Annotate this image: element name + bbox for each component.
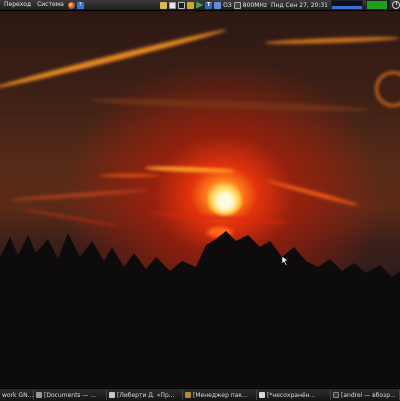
- system-monitor-graph[interactable]: [331, 0, 363, 10]
- cpu-frequency[interactable]: 800MHz: [243, 2, 267, 9]
- taskbar-item[interactable]: work GN...: [0, 390, 34, 400]
- desktop-wallpaper: [0, 11, 400, 387]
- help-icon[interactable]: ?: [76, 1, 84, 9]
- network-monitor-graph[interactable]: [366, 0, 390, 10]
- cloud-streak: [144, 165, 236, 174]
- box-icon[interactable]: [214, 1, 222, 9]
- taskbar-item-label: [andrei — вбозр...: [341, 391, 396, 399]
- taskbar: work GN... [Documents — ... [Либерти Д. …: [0, 388, 400, 401]
- net-graph-bar: [367, 1, 387, 9]
- taskbar-item[interactable]: [Менеджер пак...: [183, 390, 257, 400]
- package-icon: [185, 392, 191, 398]
- power-icon[interactable]: [392, 1, 400, 9]
- cloud-streak: [266, 178, 359, 208]
- tray-label: ОЗ: [223, 1, 232, 9]
- translator-icon[interactable]: T: [205, 1, 213, 9]
- clock[interactable]: Пнд Сен 27, 20:31: [271, 2, 328, 9]
- text-editor-icon: [259, 392, 265, 398]
- menu-system[interactable]: Система: [35, 0, 66, 10]
- cloud-streak: [20, 207, 120, 228]
- cloud-streak: [264, 35, 400, 46]
- terminal-icon: [333, 392, 339, 398]
- taskbar-item-label: work GN...: [2, 391, 34, 399]
- folder-icon[interactable]: [160, 1, 168, 9]
- notes-icon[interactable]: [169, 1, 177, 9]
- media-play-icon[interactable]: [196, 1, 204, 9]
- taskbar-item[interactable]: [*несохранён...: [257, 390, 331, 400]
- cpu-graph-bar: [332, 6, 362, 9]
- cloud-streak: [89, 96, 371, 114]
- cloud-streak: [375, 71, 400, 107]
- tree-silhouette: [0, 231, 400, 387]
- taskbar-item-label: [Либерти Д. «Пр...: [117, 391, 175, 399]
- window-icon: [36, 392, 42, 398]
- document-icon: [109, 392, 115, 398]
- cloud-streak: [10, 188, 150, 202]
- menu-places[interactable]: Переход: [2, 0, 33, 10]
- monitor-icon[interactable]: [178, 1, 186, 9]
- mouse-cursor-icon: [282, 256, 289, 266]
- taskbar-item[interactable]: [andrei — вбозр...: [331, 390, 400, 400]
- chip-icon: [233, 1, 241, 9]
- book-icon[interactable]: [187, 1, 195, 9]
- taskbar-item-label: [Менеджер пак...: [193, 391, 248, 399]
- firefox-icon[interactable]: [67, 1, 75, 9]
- cloud-streak: [0, 27, 228, 91]
- taskbar-item[interactable]: [Documents — ...: [34, 390, 107, 400]
- taskbar-item-label: [*несохранён...: [267, 391, 316, 399]
- sun: [208, 187, 242, 215]
- top-panel: Переход Система ? T ОЗ 800MHz Пнд Сен 27…: [0, 0, 400, 11]
- cloud-streak: [100, 174, 160, 177]
- taskbar-item[interactable]: [Либерти Д. «Пр...: [107, 390, 183, 400]
- taskbar-item-label: [Documents — ...: [44, 391, 97, 399]
